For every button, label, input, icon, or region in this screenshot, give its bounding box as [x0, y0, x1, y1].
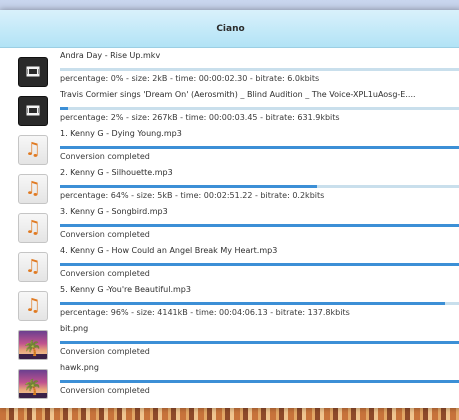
image-file-icon: 🌴: [18, 330, 48, 360]
progress-bar: [60, 380, 459, 383]
file-name: Travis Cormier sings 'Dream On' (Aerosmi…: [60, 90, 416, 99]
window-title: Ciano: [216, 23, 245, 34]
progress-fill: [60, 107, 69, 110]
list-item[interactable]: ♫ 3. Kenny G - Songbird.mp3 Conversion c…: [0, 207, 459, 246]
audio-file-icon: ♫: [18, 291, 48, 321]
progress-bar: [60, 263, 459, 266]
progress-fill: [60, 263, 459, 266]
progress-fill: [60, 341, 459, 344]
file-name: bit.png: [60, 324, 89, 333]
audio-file-icon: ♫: [18, 174, 48, 204]
video-file-icon: 🎞: [18, 57, 48, 87]
progress-fill: [60, 224, 459, 227]
progress-bar: [60, 68, 459, 71]
progress-bar: [60, 107, 459, 110]
desktop-wallpaper-bottom: [0, 408, 459, 420]
status-text: Conversion completed: [60, 230, 150, 239]
file-name: 2. Kenny G - Silhouette.mp3: [60, 168, 173, 177]
list-item[interactable]: ♫ 2. Kenny G - Silhouette.mp3 percentage…: [0, 168, 459, 207]
progress-fill: [60, 380, 459, 383]
file-name: Andra Day - Rise Up.mkv: [60, 51, 161, 60]
file-name: 1. Kenny G - Dying Young.mp3: [60, 129, 182, 138]
status-text: Conversion completed: [60, 152, 150, 161]
status-text: percentage: 96% - size: 4141kB - time: 0…: [60, 308, 350, 317]
app-window: Ciano 🎞 Andra Day - Rise Up.mkv percenta…: [0, 10, 459, 408]
status-text: percentage: 2% - size: 267kB - time: 00:…: [60, 113, 340, 122]
video-file-icon: 🎞: [18, 96, 48, 126]
progress-fill: [60, 302, 445, 305]
progress-bar: [60, 341, 459, 344]
list-item[interactable]: 🎞 Andra Day - Rise Up.mkv percentage: 0%…: [0, 51, 459, 90]
audio-file-icon: ♫: [18, 252, 48, 282]
file-name: 4. Kenny G - How Could an Angel Break My…: [60, 246, 278, 255]
list-item[interactable]: 🌴 bit.png Conversion completed: [0, 324, 459, 363]
status-text: Conversion completed: [60, 347, 150, 356]
file-name: hawk.png: [60, 363, 99, 372]
progress-bar: [60, 185, 459, 188]
status-text: Conversion completed: [60, 386, 150, 395]
list-item[interactable]: ♫ 5. Kenny G -You're Beautiful.mp3 perce…: [0, 285, 459, 324]
progress-bar: [60, 302, 459, 305]
progress-bar: [60, 224, 459, 227]
list-item[interactable]: 🌴 hawk.png Conversion completed: [0, 363, 459, 402]
file-name: 5. Kenny G -You're Beautiful.mp3: [60, 285, 191, 294]
title-bar[interactable]: Ciano: [0, 10, 459, 48]
progress-bar: [60, 146, 459, 149]
audio-file-icon: ♫: [18, 213, 48, 243]
conversion-list: 🎞 Andra Day - Rise Up.mkv percentage: 0%…: [0, 48, 459, 402]
list-item[interactable]: 🎞 Travis Cormier sings 'Dream On' (Aeros…: [0, 90, 459, 129]
status-text: Conversion completed: [60, 269, 150, 278]
progress-fill: [60, 146, 459, 149]
image-file-icon: 🌴: [18, 369, 48, 399]
list-item[interactable]: ♫ 1. Kenny G - Dying Young.mp3 Conversio…: [0, 129, 459, 168]
status-text: percentage: 0% - size: 2kB - time: 00:00…: [60, 74, 320, 83]
file-name: 3. Kenny G - Songbird.mp3: [60, 207, 168, 216]
status-text: percentage: 64% - size: 5kB - time: 00:0…: [60, 191, 325, 200]
progress-fill: [60, 185, 317, 188]
audio-file-icon: ♫: [18, 135, 48, 165]
list-item[interactable]: ♫ 4. Kenny G - How Could an Angel Break …: [0, 246, 459, 285]
